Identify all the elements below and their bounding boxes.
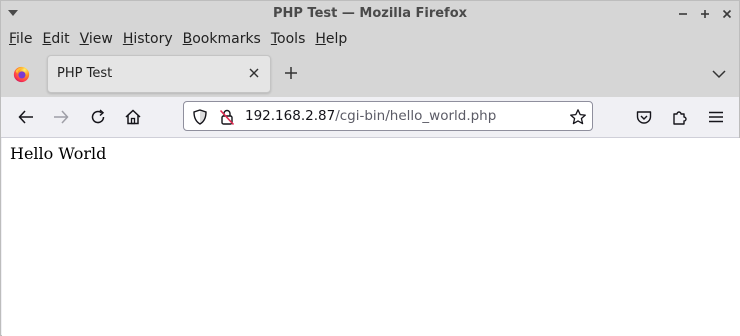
menu-bookmarks[interactable]: Bookmarks [183, 31, 261, 47]
insecure-lock-icon[interactable] [218, 108, 236, 126]
tab-php-test[interactable]: PHP Test [47, 55, 271, 93]
close-tab-icon[interactable] [246, 65, 262, 81]
menu-tools[interactable]: Tools [271, 31, 306, 47]
home-icon[interactable] [124, 108, 142, 126]
url-bar[interactable]: 192.168.2.87/cgi-bin/hello_world.php [183, 101, 593, 131]
navigation-toolbar: 192.168.2.87/cgi-bin/hello_world.php [1, 97, 739, 138]
close-icon [722, 9, 732, 19]
menu-help[interactable]: Help [315, 31, 347, 47]
url-text[interactable]: 192.168.2.87/cgi-bin/hello_world.php [245, 108, 496, 124]
minimize-button[interactable] [673, 4, 693, 24]
list-all-tabs-icon[interactable] [711, 67, 727, 81]
tab-strip: PHP Test [1, 51, 739, 97]
menu-file[interactable]: File [9, 31, 32, 47]
shield-icon[interactable] [191, 108, 209, 126]
page-text: Hello World [10, 144, 107, 163]
minimize-icon [679, 13, 687, 15]
tab-title: PHP Test [57, 66, 113, 81]
menu-bar: File Edit View History Bookmarks Tools H… [1, 27, 739, 51]
browser-window: PHP Test — Mozilla Firefox File Edit Vie… [0, 0, 740, 336]
url-host: 192.168.2.87 [245, 108, 336, 124]
url-path: /cgi-bin/hello_world.php [335, 108, 497, 124]
window-title: PHP Test — Mozilla Firefox [272, 6, 468, 21]
close-window-button[interactable] [717, 4, 737, 24]
maximize-icon [701, 10, 709, 18]
maximize-button[interactable] [695, 4, 715, 24]
title-bar: PHP Test — Mozilla Firefox [1, 1, 739, 27]
menu-edit[interactable]: Edit [42, 31, 69, 47]
firefox-logo-icon[interactable] [13, 66, 30, 83]
page-content: Hello World [2, 138, 740, 336]
reload-icon[interactable] [89, 108, 107, 126]
hamburger-menu-icon[interactable] [707, 108, 725, 126]
star-icon[interactable] [569, 108, 587, 126]
back-arrow-icon[interactable] [17, 108, 35, 126]
new-tab-icon[interactable] [283, 65, 299, 81]
forward-arrow-icon[interactable] [52, 108, 70, 126]
menu-view[interactable]: View [80, 31, 113, 47]
menu-history[interactable]: History [123, 31, 173, 47]
pocket-icon[interactable] [635, 108, 653, 126]
extensions-icon[interactable] [671, 108, 689, 126]
